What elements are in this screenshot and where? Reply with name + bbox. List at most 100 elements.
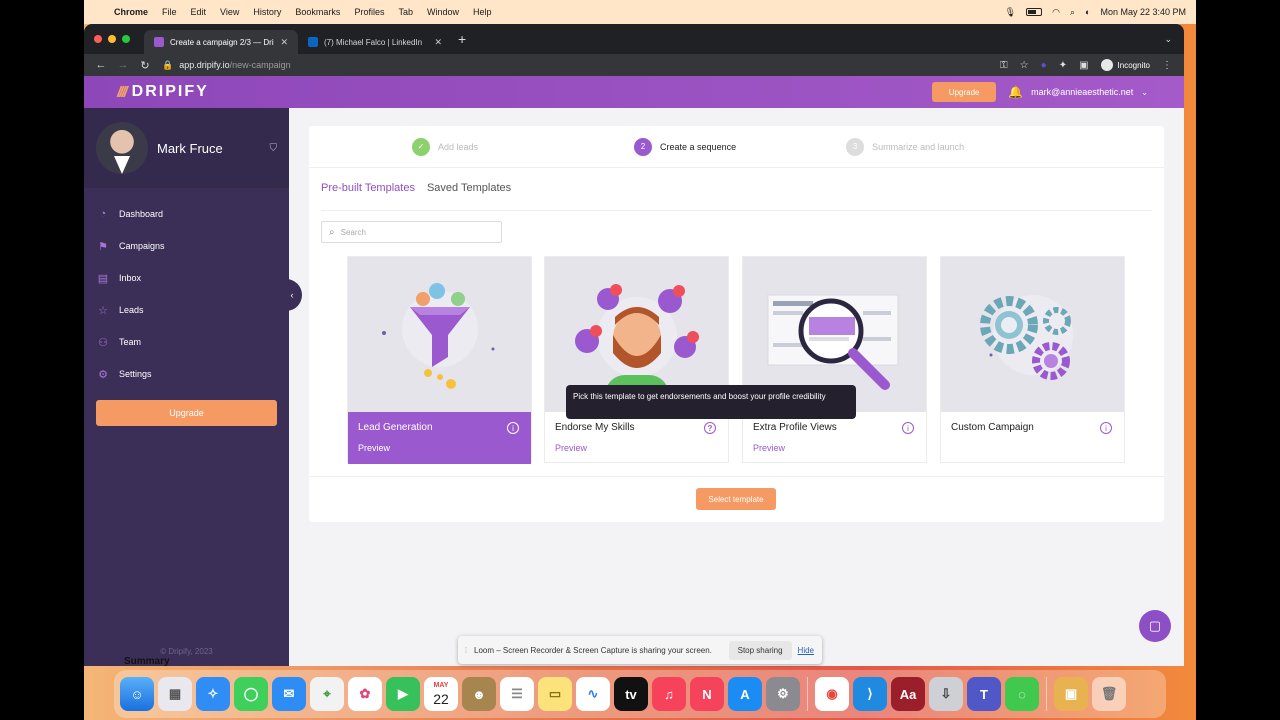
chrome-icon[interactable]: ◉ xyxy=(815,677,849,711)
sidebar-item-leads[interactable]: ☆ Leads xyxy=(84,294,289,326)
battery-icon[interactable] xyxy=(1026,8,1043,16)
facetime-icon[interactable]: ▶ xyxy=(386,677,420,711)
wifi-icon[interactable]: ◠ xyxy=(1052,7,1060,18)
menu-tab[interactable]: Tab xyxy=(398,7,413,17)
sidebar-upgrade-button[interactable]: Upgrade xyxy=(96,400,277,426)
sidebar-item-team[interactable]: ⚇ Team xyxy=(84,326,289,358)
close-window-button[interactable] xyxy=(94,35,102,43)
menu-edit[interactable]: Edit xyxy=(191,7,207,17)
sidebar-item-dashboard[interactable]: ◔ Dashboard xyxy=(84,198,289,230)
calendar-icon[interactable]: MAY 22 xyxy=(424,677,458,711)
account-email[interactable]: mark@annieaesthetic.net xyxy=(1031,87,1133,97)
microphone-icon[interactable]: 🎙 xyxy=(1005,7,1016,18)
bell-icon[interactable]: 🔔 xyxy=(1008,85,1023,99)
chrome-menu-icon[interactable]: ⋮ xyxy=(1162,60,1172,71)
music-icon[interactable]: ♫ xyxy=(652,677,686,711)
back-arrow-icon[interactable]: ← xyxy=(90,59,112,71)
safari-icon[interactable]: ✧ xyxy=(196,677,230,711)
tab-dripify[interactable]: Create a campaign 2/3 — Dripify ✕ xyxy=(144,30,298,54)
contacts-icon[interactable]: ☻ xyxy=(462,677,496,711)
extension-icon[interactable]: ● xyxy=(1041,60,1047,71)
stop-sharing-button[interactable]: Stop sharing xyxy=(728,640,792,660)
tab-saved-templates[interactable]: Saved Templates xyxy=(427,182,511,194)
hide-share-bar-link[interactable]: Hide xyxy=(798,646,814,655)
preview-link[interactable]: Preview xyxy=(753,443,916,453)
template-extra-profile-views[interactable]: Extra Profile Views Preview i xyxy=(742,256,927,463)
sidepanel-icon[interactable]: ▣ xyxy=(1079,60,1088,71)
menubar-app-name[interactable]: Chrome xyxy=(114,7,148,17)
launchpad-icon[interactable]: ▦ xyxy=(158,677,192,711)
template-lead-generation[interactable]: Lead Generation Preview i xyxy=(347,256,532,464)
zoom-window-button[interactable] xyxy=(122,35,130,43)
app-store-icon[interactable]: A xyxy=(728,677,762,711)
template-custom-campaign[interactable]: Custom Campaign i xyxy=(940,256,1125,463)
step-create-sequence[interactable]: 2 Create a sequence xyxy=(634,137,736,156)
menu-file[interactable]: File xyxy=(162,7,177,17)
system-settings-icon[interactable]: ⚙ xyxy=(766,677,800,711)
menubar-clock[interactable]: Mon May 22 3:40 PM xyxy=(1100,7,1186,17)
reminders-icon[interactable]: ☰ xyxy=(500,677,534,711)
chat-support-icon[interactable]: ▢ xyxy=(1139,610,1171,642)
menu-bookmarks[interactable]: Bookmarks xyxy=(295,7,340,17)
incognito-profile[interactable]: Incognito xyxy=(1100,59,1150,71)
forward-arrow-icon[interactable]: → xyxy=(112,59,134,71)
search-input[interactable] xyxy=(340,227,481,237)
preview-link[interactable]: Preview xyxy=(555,443,718,453)
tab-prebuilt-templates[interactable]: Pre-built Templates xyxy=(321,182,415,194)
tab-search-chevron-icon[interactable]: ⌄ xyxy=(1164,34,1172,45)
extensions-puzzle-icon[interactable]: ✦ xyxy=(1059,60,1067,71)
menu-help[interactable]: Help xyxy=(473,7,492,17)
archive-icon[interactable]: ▣ xyxy=(1054,677,1088,711)
help-icon[interactable]: ? xyxy=(704,422,716,434)
header-upgrade-button[interactable]: Upgrade xyxy=(932,82,997,102)
bookmark-star-icon[interactable]: ☆ xyxy=(1020,60,1029,71)
info-icon[interactable]: i xyxy=(902,422,914,434)
chevron-down-icon[interactable]: ⌄ xyxy=(1141,88,1148,97)
sidebar-item-settings[interactable]: ⚙ Settings xyxy=(84,358,289,390)
messages-icon[interactable]: ◯ xyxy=(234,677,268,711)
lock-icon[interactable]: 🔒 xyxy=(162,60,173,71)
address-bar[interactable]: 🔒 app.dripify.io/new-campaign xyxy=(162,60,1000,71)
step-summarize[interactable]: 3 Summarize and launch xyxy=(846,137,964,156)
shield-icon[interactable]: ⛉ xyxy=(270,143,278,154)
drag-handle-icon[interactable]: ⁞ xyxy=(458,646,474,655)
select-template-button[interactable]: Select template xyxy=(696,488,776,510)
sidebar-item-campaigns[interactable]: ⚑ Campaigns xyxy=(84,230,289,262)
dictionary-icon[interactable]: Aa xyxy=(891,677,925,711)
control-center-icon[interactable]: ◐ xyxy=(1085,7,1090,17)
menu-view[interactable]: View xyxy=(220,7,239,17)
close-tab-icon[interactable]: ✕ xyxy=(434,37,442,48)
reload-icon[interactable]: ↻ xyxy=(134,59,156,72)
notes-icon[interactable]: ▭ xyxy=(538,677,572,711)
menu-history[interactable]: History xyxy=(253,7,281,17)
trash-icon[interactable]: 🗑 xyxy=(1092,677,1126,711)
mail-icon[interactable]: ✉ xyxy=(272,677,306,711)
copyright: © Dripify, 2023 xyxy=(160,647,213,656)
info-icon[interactable]: i xyxy=(507,422,519,434)
avatar[interactable] xyxy=(96,122,148,174)
apple-tv-icon[interactable]: tv xyxy=(614,677,648,711)
vscode-icon[interactable]: ⟩ xyxy=(853,677,887,711)
finder-icon[interactable]: ☺ xyxy=(120,677,154,711)
step-add-leads[interactable]: ✓ Add leads xyxy=(412,137,478,156)
key-icon[interactable]: ⚿ xyxy=(1000,60,1008,71)
new-tab-icon[interactable]: + xyxy=(458,31,466,47)
dripify-logo[interactable]: //// DRIPIFY xyxy=(117,83,209,101)
whatsapp-icon[interactable]: ◌ xyxy=(1005,677,1039,711)
preview-link[interactable]: Preview xyxy=(358,443,521,453)
freeform-icon[interactable]: ∿ xyxy=(576,677,610,711)
news-icon[interactable]: N xyxy=(690,677,724,711)
photos-icon[interactable]: ✿ xyxy=(348,677,382,711)
sidebar-item-inbox[interactable]: ▤ Inbox xyxy=(84,262,289,294)
teams-icon[interactable]: T xyxy=(967,677,1001,711)
maps-icon[interactable]: ⌖ xyxy=(310,677,344,711)
menu-window[interactable]: Window xyxy=(427,7,459,17)
spotlight-search-icon[interactable]: ⌕ xyxy=(1070,7,1075,18)
menu-profiles[interactable]: Profiles xyxy=(354,7,384,17)
tab-linkedin[interactable]: (7) Michael Falco | LinkedIn ✕ xyxy=(298,30,452,54)
template-endorse-skills[interactable]: Endorse My Skills Preview ? xyxy=(544,256,729,463)
info-icon[interactable]: i xyxy=(1100,422,1112,434)
close-tab-icon[interactable]: ✕ xyxy=(280,37,288,48)
installer-icon[interactable]: ⇩ xyxy=(929,677,963,711)
minimize-window-button[interactable] xyxy=(108,35,116,43)
